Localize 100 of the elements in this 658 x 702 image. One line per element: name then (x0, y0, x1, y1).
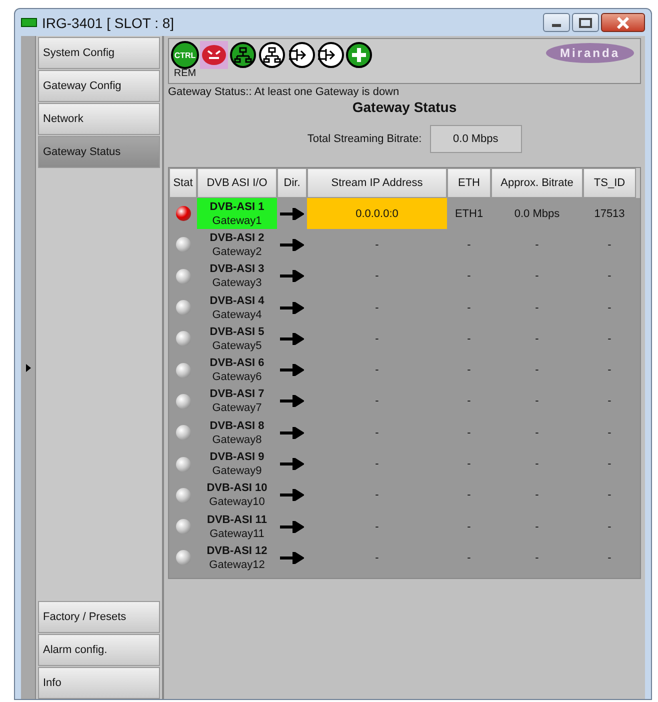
expand-arrow-icon[interactable] (26, 364, 30, 372)
table-cell-text: - (466, 488, 472, 504)
direction-arrow-icon (280, 208, 304, 220)
column-header[interactable]: TS_ID (583, 168, 636, 198)
table-cell-text: - (466, 300, 472, 316)
input-status-icon[interactable] (287, 41, 315, 69)
asi-gateway-cell-text: DVB-ASI 5 Gateway5 (208, 324, 266, 354)
app-icon (21, 18, 37, 27)
table-cell-text: - (534, 238, 540, 253)
table-cell-text: - (534, 520, 540, 535)
status-message: Gateway Status:: At least one Gateway is down (168, 86, 400, 98)
network-status-icon[interactable] (229, 41, 257, 69)
direction-arrow-icon (280, 552, 304, 564)
asi-gateway-cell-text: DVB-ASI 6 Gateway6 (208, 356, 266, 386)
column-header[interactable]: DVB ASI I/O (197, 168, 277, 198)
table-cell-text: - (606, 269, 612, 284)
table-cell-text: - (466, 332, 472, 347)
asi-gateway-cell-text: DVB-ASI 12 Gateway12 (206, 544, 268, 573)
table-cell-text: - (466, 426, 472, 441)
table-cell-text: - (374, 269, 380, 284)
asi-gateway-cell-text: DVB-ASI 8 Gateway8 (208, 418, 266, 448)
table-cell-text: - (606, 300, 612, 316)
asi-gateway-cell-text: DVB-ASI 9 Gateway9 (208, 450, 266, 480)
table-cell-text: - (466, 269, 472, 284)
table-cell-text: ETH1 (454, 206, 484, 222)
sidebar-item[interactable]: System Config (38, 37, 160, 69)
table-cell-text: 17513 (593, 206, 626, 222)
table-cell-text: - (374, 457, 380, 472)
rem-label: REM (174, 69, 196, 79)
table-cell-text: - (374, 550, 380, 566)
table-cell-text: - (534, 550, 540, 566)
direction-arrow-icon (280, 520, 304, 533)
panel-heading: Gateway Status (351, 99, 458, 115)
table-cell-text: - (466, 520, 472, 535)
column-header[interactable]: ETH (447, 168, 491, 198)
table-cell-text: - (606, 238, 612, 253)
input-status-icon[interactable] (316, 41, 344, 69)
table-cell-text: - (466, 394, 472, 410)
column-header[interactable]: Dir. (277, 168, 307, 198)
table-cell-text: - (466, 363, 472, 378)
alarm-status-icon[interactable] (200, 41, 228, 69)
table-cell-text: - (534, 394, 540, 410)
brand-logo: Miranda (546, 43, 634, 63)
close-icon[interactable] (616, 16, 630, 28)
table-cell-text: - (606, 520, 612, 535)
table-cell-text: - (374, 332, 380, 347)
table-cell-text: - (374, 520, 380, 535)
table-cell-text: - (534, 332, 540, 347)
direction-arrow-icon (280, 458, 304, 470)
direction-arrow-icon (280, 426, 304, 439)
total-bitrate-field: 0.0 Mbps (430, 125, 522, 153)
asi-gateway-cell: DVB-ASI 1 Gateway1 (197, 198, 277, 230)
direction-arrow-icon (280, 489, 304, 502)
sidebar-item[interactable]: Factory / Presets (38, 601, 160, 633)
table-cell-text: - (534, 300, 540, 316)
table-cell-text: - (606, 332, 612, 347)
table-cell-text: - (606, 426, 612, 441)
asi-gateway-cell-text: DVB-ASI 10 Gateway10 (206, 481, 268, 510)
direction-arrow-icon (280, 270, 304, 282)
table-cell-text: - (606, 550, 612, 566)
column-header[interactable]: Stat (169, 168, 197, 198)
minimize-button[interactable] (543, 13, 570, 32)
direction-arrow-icon (280, 302, 304, 314)
close-button[interactable] (601, 13, 645, 32)
table-cell-text: - (374, 426, 380, 441)
table-cell-text: - (606, 394, 612, 410)
table-cell-text: - (466, 457, 472, 472)
column-header[interactable]: Stream IP Address (307, 168, 447, 198)
direction-arrow-icon (280, 238, 304, 251)
direction-arrow-icon (280, 332, 304, 345)
table-cell-text: - (374, 300, 380, 316)
sidebar-item[interactable]: Gateway Config (38, 70, 160, 102)
table-cell-text: - (534, 269, 540, 284)
asi-gateway-cell-text: DVB-ASI 4 Gateway4 (208, 294, 266, 323)
sidebar-item[interactable]: Gateway Status (38, 136, 160, 168)
maximize-button[interactable] (572, 13, 599, 32)
table-cell-text: - (466, 238, 472, 253)
asi-gateway-cell-text: DVB-ASI 2 Gateway2 (208, 230, 266, 260)
table-cell-text: - (374, 488, 380, 504)
sidebar-item[interactable]: Info (38, 667, 160, 699)
table-cell-text: - (606, 363, 612, 378)
plus-icon[interactable] (345, 41, 373, 69)
table-cell-text: - (606, 488, 612, 504)
asi-gateway-cell-text: DVB-ASI 11 Gateway11 (206, 512, 268, 542)
asi-gateway-cell-text: DVB-ASI 7 Gateway7 (208, 387, 266, 416)
column-header[interactable]: Approx. Bitrate (491, 168, 583, 198)
table-cell-text: 0.0 Mbps (513, 206, 561, 222)
table-cell-text: - (374, 363, 380, 378)
sidebar-item[interactable]: Network (38, 103, 160, 135)
table-cell: 0.0.0.0:0 (307, 198, 447, 230)
sidebar-item[interactable]: Alarm config. (38, 634, 160, 666)
network-status-icon[interactable] (258, 41, 286, 69)
direction-arrow-icon (280, 364, 304, 376)
table-cell-text: - (606, 457, 612, 472)
table-cell-text: - (534, 457, 540, 472)
window-title: IRG-3401 [ SLOT : 8] (42, 14, 176, 30)
table-cell-text: - (374, 238, 380, 253)
asi-gateway-cell-text: DVB-ASI 3 Gateway3 (208, 262, 266, 292)
table-cell-text: - (534, 363, 540, 378)
total-bitrate-label: Total Streaming Bitrate: (307, 133, 422, 145)
